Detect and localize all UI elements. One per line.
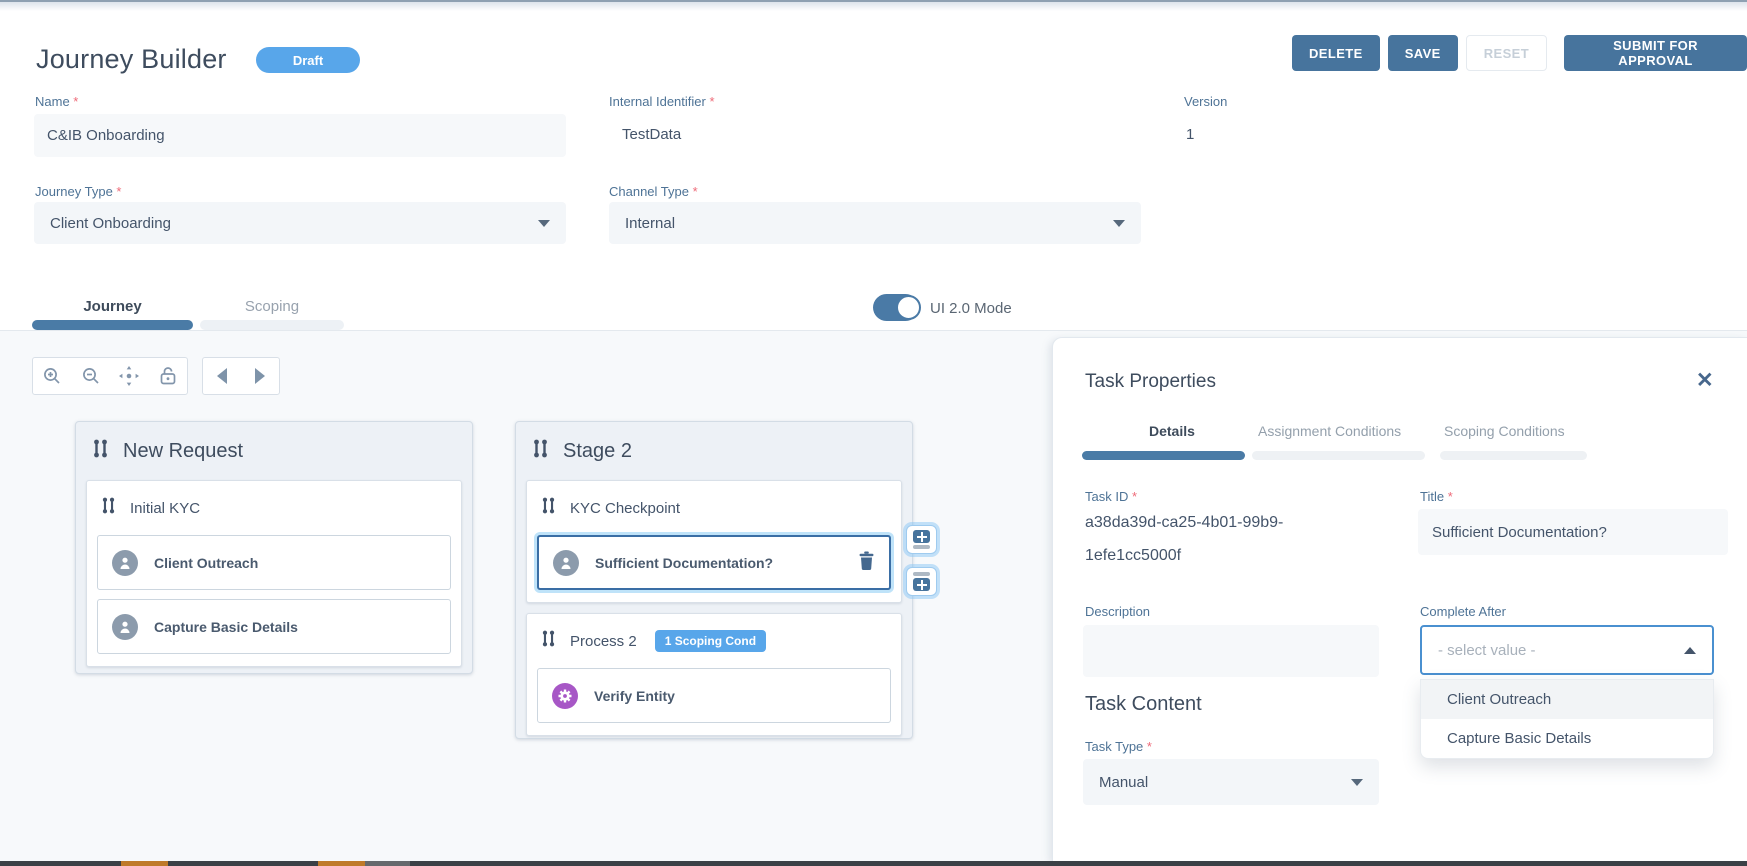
channel-type-select[interactable]: Internal (609, 202, 1141, 244)
channel-type-label: Channel Type (609, 184, 698, 199)
task-label: Sufficient Documentation? (595, 555, 773, 571)
tab-details-indicator (1082, 451, 1245, 460)
tab-journey-indicator (32, 320, 193, 330)
tab-scoping-indicator (200, 320, 344, 330)
plus-icon (913, 578, 930, 591)
task-client-outreach[interactable]: Client Outreach (97, 535, 451, 590)
zoom-in-icon[interactable] (37, 361, 67, 391)
complete-after-dropdown-menu: Client Outreach Capture Basic Details (1420, 679, 1714, 759)
stage-title: Stage 2 (563, 440, 632, 463)
taskbar-edge (0, 861, 1747, 866)
pan-move-icon[interactable] (114, 361, 144, 391)
task-type-select[interactable]: Manual (1083, 759, 1379, 805)
drag-handle-icon[interactable] (92, 439, 109, 463)
add-task-below-button[interactable] (906, 567, 937, 596)
journey-type-value: Client Onboarding (50, 215, 171, 232)
task-properties-panel: Task Properties ✕ Details Assignment Con… (1052, 337, 1747, 861)
task-type-value: Manual (1099, 774, 1148, 791)
process-2[interactable]: Process 2 1 Scoping Cond Verify Entity (526, 613, 902, 736)
tab-scoping-indicator (1440, 451, 1587, 460)
tab-details[interactable]: Details (1149, 423, 1195, 439)
journey-builder-app: Journey Builder Draft DELETE SAVE RESET … (0, 0, 1747, 866)
tab-assignment-indicator (1252, 451, 1425, 460)
task-content-heading: Task Content (1085, 693, 1202, 716)
stage-new-request[interactable]: New Request Initial KYC (75, 421, 473, 674)
complete-after-placeholder: - select value - (1438, 642, 1536, 659)
toggle-knob (896, 295, 921, 320)
tab-scoping-conditions[interactable]: Scoping Conditions (1444, 423, 1565, 439)
save-button[interactable]: SAVE (1388, 35, 1458, 71)
dropdown-option-client-outreach[interactable]: Client Outreach (1421, 680, 1713, 719)
zoom-out-icon[interactable] (76, 361, 106, 391)
panel-title: Task Properties (1085, 371, 1216, 393)
name-input[interactable]: C&IB Onboarding (34, 114, 566, 157)
page-right-icon[interactable] (245, 361, 275, 391)
ui-mode-toggle[interactable] (873, 294, 919, 321)
task-label: Verify Entity (594, 688, 675, 704)
submit-for-approval-button[interactable]: SUBMIT FOR APPROVAL (1564, 35, 1747, 71)
version-label: Version (1184, 94, 1227, 109)
journey-type-select[interactable]: Client Onboarding (34, 202, 566, 244)
header-shadow (0, 2, 1747, 11)
chevron-up-icon (1684, 647, 1696, 654)
chevron-down-icon (1351, 779, 1363, 786)
task-sufficient-documentation[interactable]: Sufficient Documentation? (537, 535, 891, 590)
task-type-label: Task Type (1085, 739, 1152, 754)
chevron-down-icon (1113, 220, 1125, 227)
status-badge: Draft (256, 47, 360, 73)
delete-task-icon[interactable] (858, 551, 875, 575)
journey-type-label: Journey Type (35, 184, 121, 199)
drag-handle-icon[interactable] (532, 439, 549, 463)
complete-after-label: Complete After (1420, 604, 1506, 619)
add-task-above-button[interactable] (906, 525, 937, 554)
internal-identifier-value: TestData (622, 126, 681, 143)
complete-after-select[interactable]: - select value - (1420, 625, 1714, 675)
page-left-icon[interactable] (207, 361, 237, 391)
ui-mode-toggle-label: UI 2.0 Mode (930, 300, 1012, 317)
version-value: 1 (1186, 126, 1194, 143)
process-title: Initial KYC (130, 500, 200, 517)
title-label: Title (1420, 489, 1453, 504)
scoping-cond-badge: 1 Scoping Cond (655, 630, 766, 652)
close-icon[interactable]: ✕ (1696, 368, 1714, 393)
task-label: Capture Basic Details (154, 619, 298, 635)
process-title: KYC Checkpoint (570, 500, 680, 517)
page-title: Journey Builder (36, 44, 227, 75)
drag-handle-icon[interactable] (541, 497, 556, 519)
process-title: Process 2 (570, 633, 637, 650)
person-icon (553, 550, 579, 576)
canvas-zoom-toolbar (32, 357, 188, 395)
drag-handle-icon[interactable] (541, 630, 556, 652)
chevron-down-icon (538, 220, 550, 227)
title-input[interactable]: Sufficient Documentation? (1418, 509, 1728, 555)
description-label: Description (1085, 604, 1150, 619)
delete-button[interactable]: DELETE (1292, 35, 1380, 71)
plus-icon (913, 530, 930, 543)
process-kyc-checkpoint[interactable]: KYC Checkpoint Sufficient Documentation? (526, 480, 902, 603)
canvas-pager-toolbar (202, 357, 280, 395)
header-actions: DELETE SAVE RESET SUBMIT FOR APPROVAL (1292, 35, 1747, 71)
task-capture-basic-details[interactable]: Capture Basic Details (97, 599, 451, 654)
internal-identifier-label: Internal Identifier (609, 94, 715, 109)
lock-icon[interactable] (153, 361, 183, 391)
gear-icon (552, 683, 578, 709)
drag-handle-icon[interactable] (101, 497, 116, 519)
stage-2[interactable]: Stage 2 KYC Checkpoint S (515, 421, 913, 739)
person-icon (112, 550, 138, 576)
reset-button[interactable]: RESET (1466, 35, 1547, 71)
tab-journey[interactable]: Journey (32, 298, 193, 315)
task-id-value: a38da39d-ca25-4b01-99b9-1efe1cc5000f (1085, 506, 1330, 572)
task-verify-entity[interactable]: Verify Entity (537, 668, 891, 723)
task-id-label: Task ID (1085, 489, 1137, 504)
person-icon (112, 614, 138, 640)
channel-type-value: Internal (625, 215, 675, 232)
process-initial-kyc[interactable]: Initial KYC Client Outreach Capture Basi… (86, 480, 462, 667)
name-label: Name (35, 94, 78, 109)
dropdown-option-capture-basic-details[interactable]: Capture Basic Details (1421, 719, 1713, 758)
tab-scoping[interactable]: Scoping (200, 298, 344, 315)
description-input[interactable] (1083, 625, 1379, 677)
tab-assignment-conditions[interactable]: Assignment Conditions (1258, 423, 1401, 439)
task-label: Client Outreach (154, 555, 258, 571)
stage-title: New Request (123, 440, 243, 463)
